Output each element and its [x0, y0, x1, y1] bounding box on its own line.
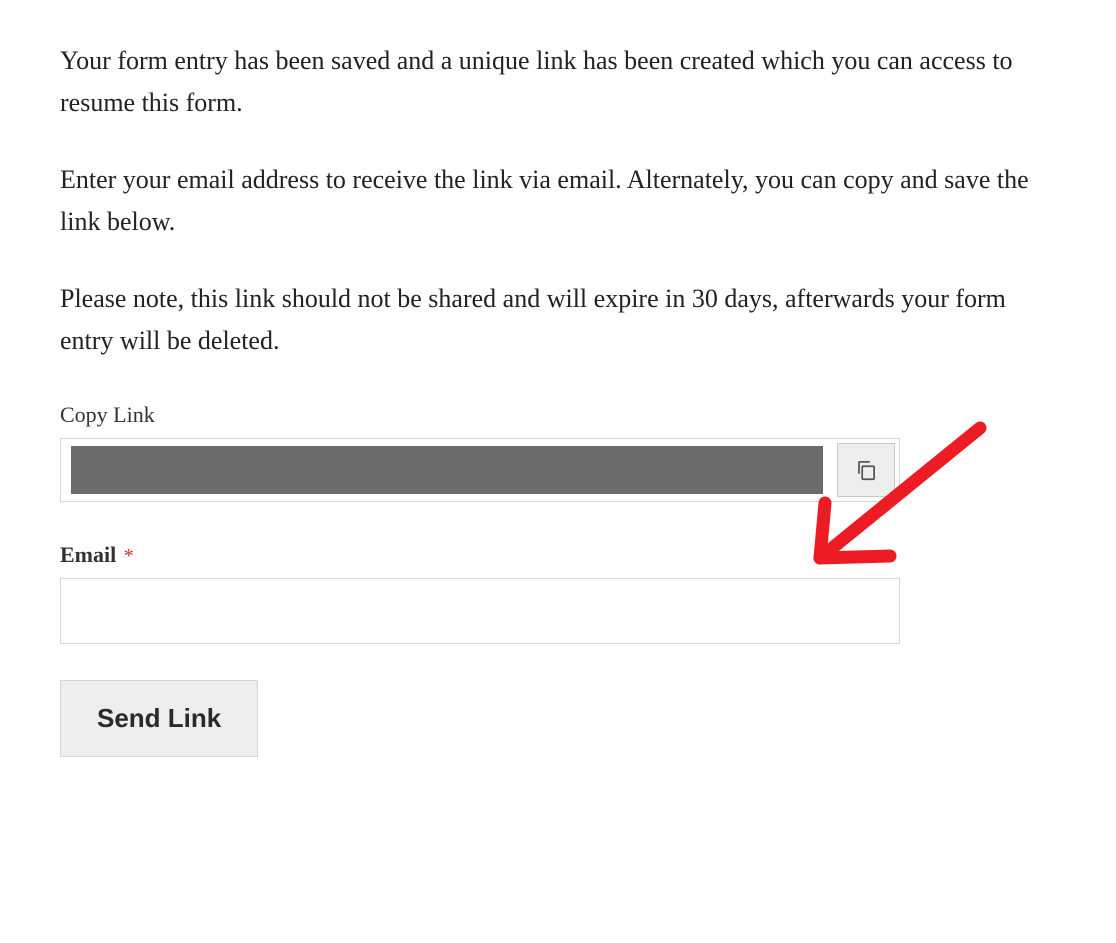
- intro-paragraph-1: Your form entry has been saved and a uni…: [60, 40, 1056, 123]
- email-label-text: Email: [60, 542, 116, 567]
- email-input[interactable]: [60, 578, 900, 644]
- copy-link-value-wrapper: [61, 439, 833, 501]
- copy-icon: [853, 457, 879, 483]
- email-field-group: Email *: [60, 542, 1056, 644]
- copy-link-label: Copy Link: [60, 402, 1056, 428]
- email-label: Email *: [60, 542, 1056, 568]
- copy-link-field-group: Copy Link: [60, 402, 1056, 502]
- form-save-confirmation: Your form entry has been saved and a uni…: [60, 40, 1056, 757]
- required-asterisk: *: [124, 545, 134, 567]
- copy-to-clipboard-button[interactable]: [837, 443, 895, 497]
- send-link-button[interactable]: Send Link: [60, 680, 258, 757]
- copy-link-container: [60, 438, 900, 502]
- intro-paragraph-2: Enter your email address to receive the …: [60, 159, 1056, 242]
- copy-link-value-redacted: [71, 446, 823, 494]
- intro-paragraph-3: Please note, this link should not be sha…: [60, 278, 1056, 361]
